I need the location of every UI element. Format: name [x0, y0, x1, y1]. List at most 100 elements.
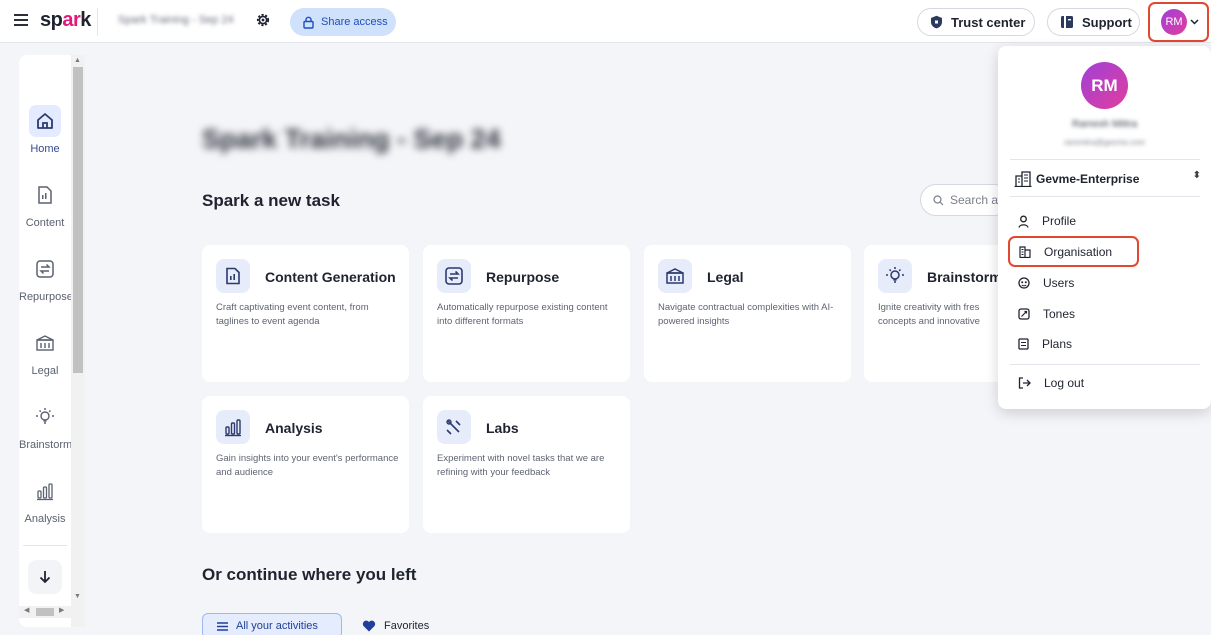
- building-icon: [1019, 245, 1031, 258]
- divider: [97, 8, 98, 36]
- spark-logo[interactable]: spark: [40, 9, 91, 32]
- sidebar-item-label: Legal: [31, 365, 59, 377]
- avatar: RM: [1081, 62, 1128, 109]
- sidebar-item-label: Brainstorm: [19, 439, 73, 451]
- bulb-icon: [36, 408, 54, 424]
- menu-item-label: Log out: [1044, 376, 1085, 390]
- task-card-legal[interactable]: Legal Navigate contractual complexities …: [644, 245, 851, 382]
- bank-icon: [666, 268, 684, 284]
- divider: [1010, 159, 1200, 160]
- sidebar-item-label: Home: [30, 143, 60, 155]
- tab-favorites[interactable]: Favorites: [362, 613, 429, 635]
- trust-center-button[interactable]: Trust center: [917, 8, 1035, 36]
- sidebar-item-brainstorm[interactable]: Brainstorm: [19, 401, 73, 451]
- menu-item-label: Profile: [1042, 214, 1077, 228]
- bar-chart-icon: [225, 419, 241, 437]
- card-title: Analysis: [265, 420, 323, 436]
- scroll-left-arrow-icon[interactable]: ◀: [24, 606, 29, 614]
- sidebar-item-label: Analysis: [24, 513, 66, 525]
- repurpose-icon: [36, 260, 54, 278]
- card-description: Ignite creativity with fres concepts and…: [878, 302, 980, 327]
- person-icon: [1018, 215, 1029, 228]
- avatar: RM: [1161, 9, 1187, 35]
- menu-item-plans[interactable]: Plans: [1018, 335, 1072, 353]
- scroll-right-arrow-icon[interactable]: ▶: [59, 606, 64, 614]
- card-description: Gain insights into your event's performa…: [216, 453, 399, 478]
- home-icon: [37, 113, 53, 129]
- logout-icon: [1018, 377, 1031, 389]
- book-icon: [1061, 16, 1073, 28]
- chevron-down-icon: [1190, 19, 1199, 25]
- menu-item-tones[interactable]: Tones: [1018, 305, 1075, 323]
- user-email: rammitra@gevme.com: [1063, 138, 1146, 147]
- scroll-down-button[interactable]: [28, 560, 62, 594]
- hscroll-thumb[interactable]: [36, 608, 54, 616]
- search-icon: [933, 194, 944, 205]
- heart-icon: [362, 620, 376, 632]
- list-icon: [217, 621, 228, 631]
- tools-icon: [446, 419, 461, 435]
- card-description: Navigate contractual complexities with A…: [658, 302, 834, 327]
- scroll-up-arrow-icon[interactable]: ▲: [74, 57, 81, 64]
- sidebar-item-legal[interactable]: Legal: [19, 327, 71, 377]
- sidebar-item-repurpose[interactable]: Repurpose: [19, 253, 73, 303]
- page-title: Spark Training - Sep 24: [202, 124, 501, 154]
- continue-heading: Or continue where you left: [202, 565, 417, 584]
- share-access-label: Share access: [321, 16, 388, 28]
- task-card-content-generation[interactable]: Content Generation Craft captivating eve…: [202, 245, 409, 382]
- sidebar-item-content[interactable]: Content: [19, 179, 71, 229]
- bulb-icon: [886, 267, 904, 283]
- account-dropdown: RM Ramesh Mittra rammitra@gevme.com Gevm…: [998, 46, 1211, 409]
- project-title: Spark Training - Sep 24: [118, 14, 234, 26]
- menu-item-label: Tones: [1043, 307, 1076, 321]
- top-bar: spark Spark Training - Sep 24 Share acce…: [0, 0, 1211, 43]
- scrollbar-thumb[interactable]: [73, 67, 83, 373]
- tab-label: All your activities: [236, 620, 318, 632]
- menu-item-logout[interactable]: Log out: [1018, 374, 1084, 392]
- sidebar-item-home[interactable]: Home: [19, 105, 71, 155]
- users-icon: [1018, 277, 1030, 289]
- menu-item-users[interactable]: Users: [1018, 274, 1074, 292]
- organisation-name: Gevme-Enterprise: [1036, 172, 1140, 186]
- plans-icon: [1018, 338, 1029, 350]
- sidebar-item-analysis[interactable]: Analysis: [19, 475, 71, 525]
- divider: [1010, 364, 1200, 365]
- left-sidebar: Home Content Repurpose Legal Brainstorm …: [19, 55, 85, 627]
- document-icon: [226, 267, 240, 285]
- tab-all-activities[interactable]: All your activities: [202, 613, 342, 635]
- sidebar-item-label: Repurpose: [19, 291, 73, 303]
- task-card-brainstorming[interactable]: Brainstormi Ignite creativity with fres …: [864, 245, 998, 382]
- card-description: Automatically repurpose existing content…: [437, 302, 608, 327]
- bar-chart-icon: [37, 483, 53, 501]
- task-card-labs[interactable]: Labs Experiment with novel tasks that we…: [423, 396, 630, 533]
- building-icon: [1014, 171, 1032, 187]
- shield-icon: [931, 15, 942, 29]
- share-access-button[interactable]: Share access: [290, 8, 396, 36]
- card-description: Experiment with novel tasks that we are …: [437, 453, 605, 478]
- lock-icon: [303, 16, 314, 29]
- search-input[interactable]: Search a: [920, 184, 1010, 216]
- organisation-selector[interactable]: Gevme-Enterprise ⬍: [1014, 170, 1201, 188]
- user-name: Ramesh Mittra: [1071, 119, 1137, 130]
- task-card-analysis[interactable]: Analysis Gain insights into your event's…: [202, 396, 409, 533]
- account-menu-button[interactable]: RM: [1148, 2, 1209, 42]
- menu-item-label: Users: [1043, 276, 1075, 290]
- card-title: Legal: [707, 269, 744, 285]
- menu-icon[interactable]: [14, 14, 28, 26]
- support-label: Support: [1082, 14, 1132, 30]
- tab-label: Favorites: [384, 620, 430, 632]
- divider: [1010, 196, 1200, 197]
- sidebar-item-label: Content: [25, 217, 65, 229]
- horizontal-scrollbar[interactable]: ◀ ▶: [19, 606, 71, 618]
- card-title: Content Generation: [265, 269, 396, 285]
- sidebar-divider: [23, 545, 67, 546]
- new-task-heading: Spark a new task: [202, 191, 340, 210]
- menu-item-organisation[interactable]: Organisation: [1008, 236, 1139, 267]
- menu-item-profile[interactable]: Profile: [1018, 212, 1076, 230]
- scroll-down-arrow-icon[interactable]: ▼: [74, 593, 81, 600]
- task-card-repurpose[interactable]: Repurpose Automatically repurpose existi…: [423, 245, 630, 382]
- menu-item-label: Plans: [1042, 337, 1073, 351]
- gear-icon[interactable]: [255, 12, 271, 28]
- card-title: Brainstormi: [927, 269, 998, 285]
- support-button[interactable]: Support: [1047, 8, 1140, 36]
